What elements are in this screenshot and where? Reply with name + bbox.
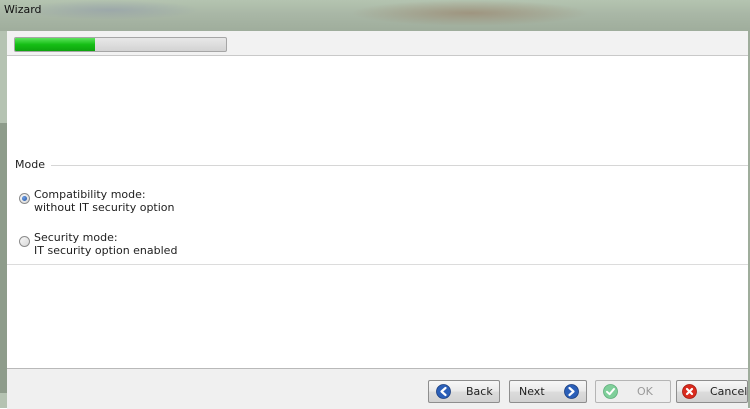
arrow-right-circle-icon <box>564 384 579 399</box>
next-button[interactable]: Next <box>509 380 587 403</box>
back-button-label: Back <box>466 385 493 398</box>
radio-selected-dot <box>22 196 27 201</box>
check-circle-icon <box>603 384 618 399</box>
radio-label-line1: Security mode: <box>34 231 118 244</box>
window-title: Wizard <box>4 3 42 16</box>
cancel-button-label: Cancel <box>710 385 748 398</box>
radio-button[interactable] <box>19 236 30 247</box>
ok-button[interactable]: OK <box>595 380 671 403</box>
wizard-footer: Back Next OK Cancel <box>7 368 748 409</box>
mode-group-label: Mode <box>14 158 51 171</box>
title-bar: Wizard <box>0 0 750 31</box>
next-button-label: Next <box>519 385 545 398</box>
group-bottom-divider <box>7 264 748 265</box>
title-bar-decoration <box>350 0 590 26</box>
radio-button[interactable] <box>19 193 30 204</box>
cancel-button[interactable]: Cancel <box>676 380 748 403</box>
x-circle-icon <box>682 384 697 399</box>
group-divider <box>22 165 748 166</box>
arrow-left-circle-icon <box>436 384 451 399</box>
window-left-border <box>0 31 7 408</box>
ok-button-label: OK <box>637 385 653 398</box>
progress-bar <box>14 37 227 52</box>
title-bar-decoration <box>20 0 200 20</box>
radio-label-line2: without IT security option <box>34 201 175 214</box>
progress-bar-fill <box>15 38 95 51</box>
radio-label-line2: IT security option enabled <box>34 244 178 257</box>
back-button[interactable]: Back <box>428 380 500 403</box>
radio-label-line1: Compatibility mode: <box>34 188 146 201</box>
progress-header <box>7 31 748 56</box>
